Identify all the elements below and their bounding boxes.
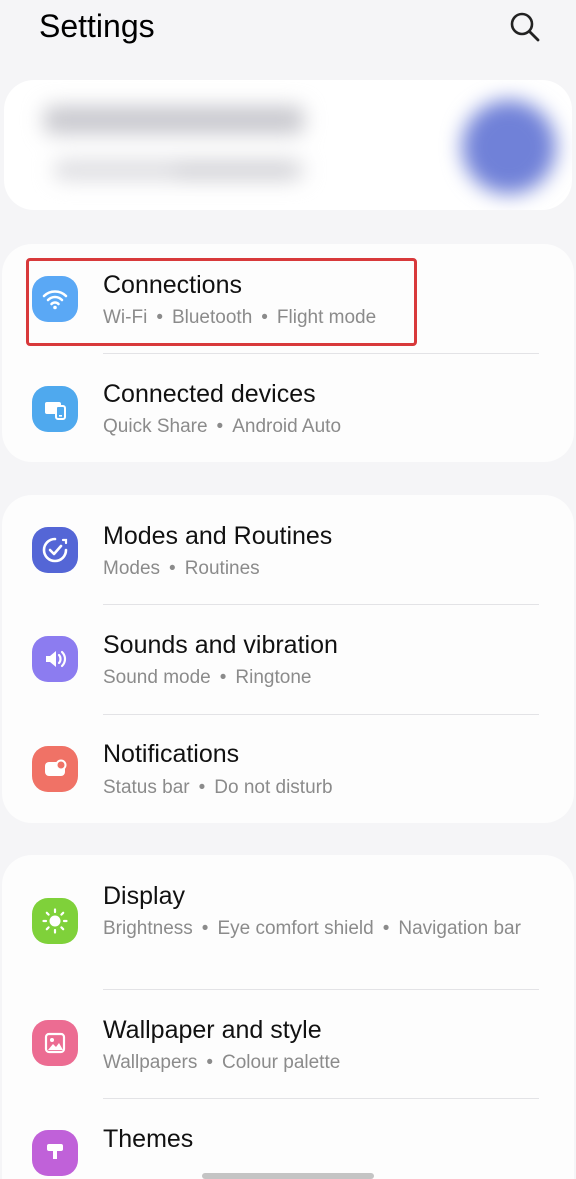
- settings-item-connected-devices[interactable]: Connected devices Quick Share • Android Au…: [2, 354, 574, 462]
- item-subtitle: Modes • Routines: [103, 558, 260, 579]
- search-icon: [510, 12, 540, 42]
- wifi-icon: [32, 276, 78, 322]
- modes-check-icon: [32, 527, 78, 573]
- settings-item-notifications[interactable]: Notifications Status bar • Do not disturb: [2, 715, 574, 823]
- blurred-account-info: [24, 88, 560, 206]
- settings-item-display[interactable]: Display Brightness • Eye comfort shield • Na…: [2, 855, 574, 989]
- notification-icon: [32, 746, 78, 792]
- item-subtitle: Brightness • Eye comfort shield • Navigation…: [103, 918, 521, 939]
- item-label: Notifications: [103, 740, 240, 768]
- home-indicator[interactable]: [202, 1173, 374, 1179]
- settings-item-modes-and-routines[interactable]: Modes and Routines Modes • Routines: [2, 495, 574, 604]
- item-subtitle: Sound mode • Ringtone: [103, 667, 312, 688]
- account-card[interactable]: [4, 80, 572, 210]
- item-subtitle: Status bar • Do not disturb: [103, 777, 333, 798]
- item-label: Sounds and vibration: [103, 631, 338, 659]
- item-label: Connected devices: [103, 380, 316, 408]
- speaker-icon: [32, 636, 78, 682]
- connected-devices-icon: [32, 386, 78, 432]
- settings-group-modes-sounds: Modes and Routines Modes • Routines Sounds…: [2, 495, 574, 823]
- avatar: [462, 100, 556, 194]
- item-label: Modes and Routines: [103, 522, 333, 550]
- settings-group-display: Display Brightness • Eye comfort shield • Na…: [2, 855, 574, 1179]
- item-subtitle: Wallpapers • Colour palette: [103, 1052, 341, 1073]
- item-label: Connections: [103, 271, 242, 299]
- item-label: Display: [103, 882, 185, 910]
- item-subtitle: Quick Share • Android Auto: [103, 416, 342, 437]
- item-subtitle: Wi-Fi • Bluetooth • Flight mode: [103, 307, 377, 328]
- brightness-icon: [32, 898, 78, 944]
- search-button[interactable]: [506, 8, 544, 46]
- item-label: Themes: [103, 1125, 194, 1153]
- settings-item-themes[interactable]: Themes: [2, 1099, 574, 1179]
- settings-group-connectivity: Connections Wi-Fi • Bluetooth • Flight mode …: [2, 244, 574, 462]
- settings-item-connections[interactable]: Connections Wi-Fi • Bluetooth • Flight mode: [2, 244, 574, 354]
- item-label: Wallpaper and style: [103, 1016, 322, 1044]
- app-header: Settings: [0, 0, 576, 70]
- settings-item-wallpaper-and-style[interactable]: Wallpaper and style Wallpapers • Colour pa…: [2, 990, 574, 1098]
- wallpaper-icon: [32, 1020, 78, 1066]
- page-title: Settings: [39, 8, 155, 44]
- themes-icon: [32, 1130, 78, 1176]
- settings-item-sounds-and-vibration[interactable]: Sounds and vibration Sound mode • Ringtone: [2, 605, 574, 714]
